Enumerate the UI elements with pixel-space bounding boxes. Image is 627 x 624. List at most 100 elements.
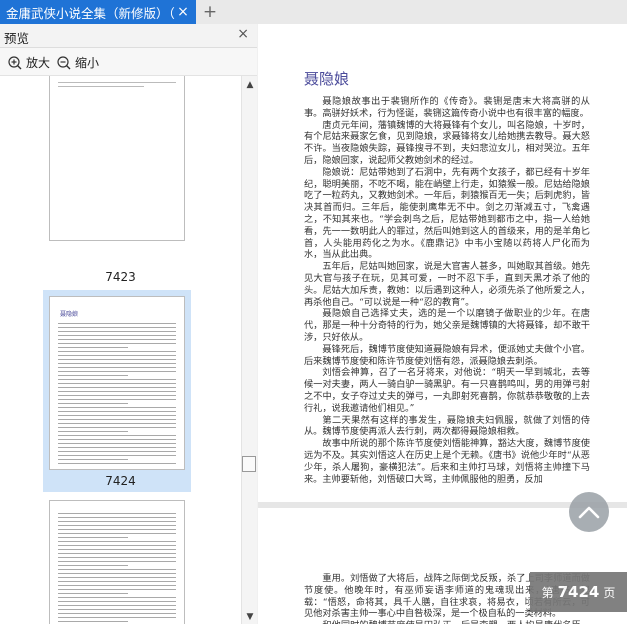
paragraph: 聂隐娘故事出于裴铏所作的《传奇》。裴铏是唐末大将高骈的从事。高骈好妖术，行为怪诞… bbox=[304, 96, 590, 119]
thumb-text-line bbox=[58, 581, 176, 582]
thumb-text-line bbox=[58, 545, 176, 546]
thumb-text-line bbox=[58, 605, 176, 606]
thumb-text-line bbox=[58, 533, 176, 534]
thumb-text-line bbox=[58, 621, 128, 622]
sidebar-close-icon[interactable]: × bbox=[237, 26, 249, 42]
sidebar-header: 预览 × bbox=[0, 24, 257, 48]
thumb-text-line bbox=[58, 537, 128, 538]
thumb-text-line bbox=[58, 331, 176, 332]
thumb-text-line bbox=[58, 561, 176, 562]
thumb-text-line bbox=[58, 557, 176, 558]
thumbnail-page-7423[interactable] bbox=[49, 76, 185, 241]
chevron-up-icon bbox=[578, 506, 600, 519]
thumb-text-line bbox=[58, 387, 176, 388]
paragraph: 刘悟会神算，召了一名牙将来，对他说：“明天一早到城北，去等候一对夫妻，两人一骑白… bbox=[304, 367, 590, 414]
thumb-text-line bbox=[58, 335, 176, 336]
thumb-text-line bbox=[58, 529, 176, 530]
thumb-text-line bbox=[58, 435, 176, 436]
page-indicator-number: 7424 bbox=[557, 583, 600, 601]
thumb-text-line bbox=[58, 553, 176, 554]
thumb-text-line bbox=[58, 513, 176, 514]
thumb-text-line bbox=[58, 541, 176, 542]
thumb-text-line bbox=[58, 355, 176, 356]
page-indicator-prefix: 第 bbox=[541, 585, 554, 600]
thumb-text-line bbox=[58, 573, 176, 574]
thumb-text-line bbox=[58, 363, 176, 364]
thumb-text-line bbox=[58, 451, 176, 452]
thumb-text-line bbox=[58, 597, 176, 598]
sidebar-scrollbar[interactable]: ▲ ▼ bbox=[241, 76, 257, 624]
thumb-text-line bbox=[58, 459, 128, 460]
thumbnail-page-7424[interactable]: 聂隐娘 bbox=[49, 296, 185, 470]
thumb-text-line bbox=[58, 525, 176, 526]
thumb-text-line bbox=[58, 395, 176, 396]
thumb-text-line bbox=[58, 339, 176, 340]
thumb-text-line bbox=[58, 423, 176, 424]
thumb-text-line bbox=[58, 407, 176, 408]
thumb-text-line bbox=[58, 82, 176, 83]
thumb-text-line bbox=[58, 447, 176, 448]
zoom-out-icon bbox=[57, 55, 71, 69]
thumb-text-line bbox=[58, 593, 128, 594]
paragraph: 和他同时的魏博节度使是田弘正，后是李愬，两人均是唐代名臣，人品都比刘悟高得多了。… bbox=[304, 620, 590, 624]
document-tab[interactable]: 金庸武侠小说全集（新修版）（ × bbox=[0, 0, 196, 24]
new-tab-button[interactable]: + bbox=[201, 2, 219, 22]
thumb-text-line bbox=[58, 617, 176, 618]
thumb-text-line bbox=[58, 569, 176, 570]
thumb-text-line bbox=[58, 439, 176, 440]
thumb-text-line bbox=[58, 601, 176, 602]
thumbnail-list: 7423 聂隐娘 7424 bbox=[0, 76, 241, 624]
zoom-toolbar: 放大 缩小 bbox=[0, 48, 257, 76]
page-number-indicator: 第 7424 页 bbox=[530, 572, 627, 612]
paragraph: 唐贞元年间，藩镇魏博的大将聂锋有个女儿，叫名隐娘，十岁时，有个尼姑来聂家乞食，见… bbox=[304, 119, 590, 166]
preview-sidebar: 预览 × 放大 缩小 7423 聂隐娘 7424 ▲ ▼ bbox=[0, 24, 257, 624]
thumb-text-line bbox=[58, 383, 176, 384]
thumbnail-page-7425[interactable] bbox=[49, 500, 185, 624]
thumb-text-line bbox=[58, 613, 176, 614]
thumb-text-line bbox=[58, 589, 176, 590]
paragraph: 隐娘说：尼姑带她到了石洞中，先有两个女孩子，都已经有十岁年纪，聪明美丽，不吃不喝… bbox=[304, 166, 590, 261]
thumb-text-line bbox=[58, 577, 176, 578]
thumb-text-line bbox=[58, 609, 176, 610]
zoom-out-label: 缩小 bbox=[75, 56, 100, 70]
scroll-down-arrow-icon[interactable]: ▼ bbox=[245, 612, 255, 622]
tab-title: 金庸武侠小说全集（新修版）（ bbox=[6, 5, 175, 21]
thumb-text-line bbox=[58, 351, 176, 352]
thumb-text-line bbox=[58, 86, 144, 87]
thumb-chapter-title: 聂隐娘 bbox=[60, 311, 79, 318]
paragraph: 故事中所说的那个陈许节度使刘悟能神算，豁达大度，魏博节度使远为不及。其实刘悟这人… bbox=[304, 438, 590, 485]
document-viewport[interactable]: 聂隐娘 聂隐娘故事出于裴铏所作的《传奇》。裴铏是唐末大将高骈的从事。高骈好妖术，… bbox=[258, 24, 627, 624]
thumb-text-line bbox=[58, 359, 176, 360]
thumb-text-line bbox=[58, 323, 176, 324]
close-tab-icon[interactable]: × bbox=[176, 4, 190, 20]
thumb-text-line bbox=[58, 327, 176, 328]
thumb-text-line bbox=[58, 455, 176, 456]
page-text: 聂隐娘故事出于裴铏所作的《传奇》。裴铏是唐末大将高骈的从事。高骈好妖术，行为怪诞… bbox=[304, 96, 590, 485]
thumb-text-line bbox=[58, 521, 176, 522]
zoom-out-button[interactable]: 缩小 bbox=[57, 54, 99, 71]
thumb-text-line bbox=[58, 379, 176, 380]
thumb-text-line bbox=[58, 403, 128, 404]
thumb-text-line bbox=[58, 367, 176, 368]
thumb-text-line bbox=[58, 419, 176, 420]
scrollbar-thumb[interactable] bbox=[242, 456, 256, 472]
thumb-text-line bbox=[58, 427, 176, 428]
scroll-to-top-button[interactable] bbox=[569, 492, 609, 532]
thumb-text-line bbox=[58, 411, 176, 412]
thumb-text-line bbox=[58, 371, 176, 372]
thumb-text-line bbox=[58, 391, 176, 392]
document-page-7424: 聂隐娘 聂隐娘故事出于裴铏所作的《传奇》。裴铏是唐末大将高骈的从事。高骈好妖术，… bbox=[258, 24, 627, 502]
scroll-up-arrow-icon[interactable]: ▲ bbox=[245, 80, 255, 90]
thumb-text-line bbox=[58, 415, 176, 416]
zoom-in-icon bbox=[8, 55, 22, 69]
thumb-text-line bbox=[58, 399, 176, 400]
page-indicator-suffix: 页 bbox=[603, 585, 616, 600]
thumb-text-line bbox=[58, 585, 176, 586]
thumb-text-line bbox=[58, 517, 176, 518]
thumb-text-line bbox=[58, 375, 128, 376]
tab-bar: 金庸武侠小说全集（新修版）（ × + bbox=[0, 0, 627, 24]
thumb-text-line bbox=[58, 565, 128, 566]
sidebar-title: 预览 bbox=[4, 31, 30, 46]
zoom-in-button[interactable]: 放大 bbox=[8, 54, 50, 71]
thumb-text-line bbox=[58, 431, 128, 432]
